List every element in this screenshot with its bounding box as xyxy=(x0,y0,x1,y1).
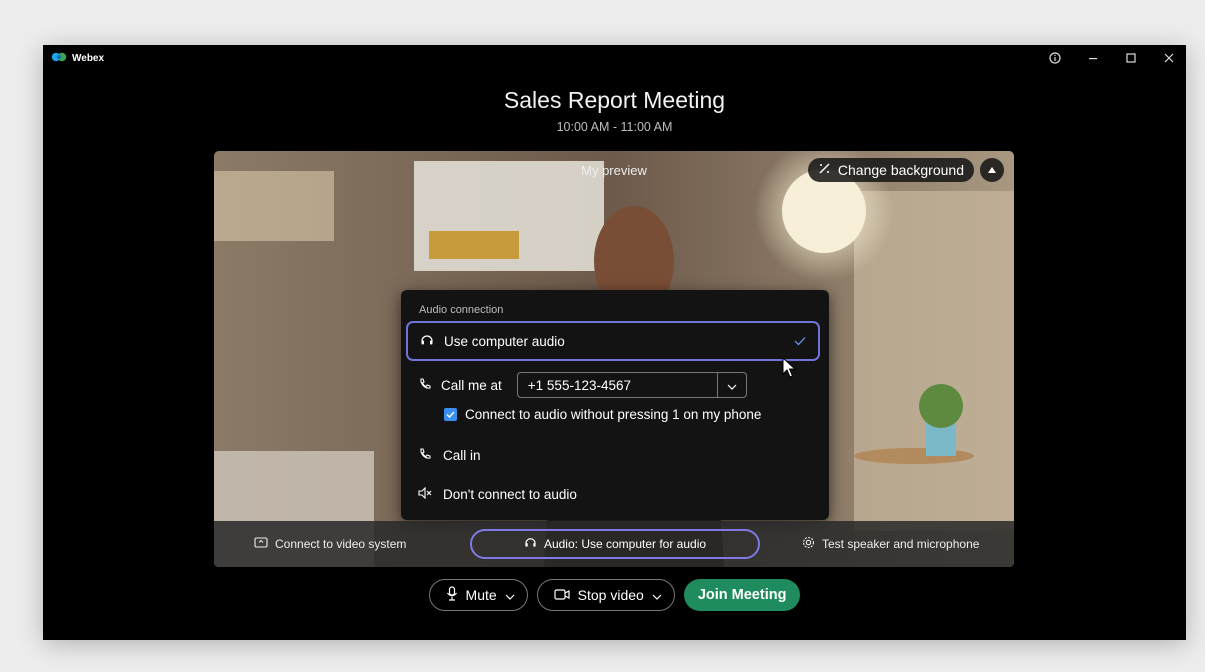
close-icon[interactable] xyxy=(1160,49,1178,67)
phone-dropdown-button[interactable] xyxy=(716,373,746,397)
panel-title: Audio connection xyxy=(419,304,504,316)
title-bar: Webex xyxy=(43,45,1186,73)
test-speaker-label: Test speaker and microphone xyxy=(822,537,980,551)
app-name: Webex xyxy=(72,53,105,64)
maximize-icon[interactable] xyxy=(1122,49,1140,67)
audio-status-label: Audio: Use computer for audio xyxy=(543,537,707,551)
mouse-cursor-icon xyxy=(782,356,798,384)
video-camera-icon xyxy=(554,587,570,603)
headset-icon xyxy=(524,536,537,552)
gear-icon xyxy=(802,536,815,552)
stop-video-button[interactable]: Stop video xyxy=(536,579,675,611)
mute-button[interactable]: Mute xyxy=(428,579,528,611)
phone-call-in-icon xyxy=(418,447,432,464)
join-meeting-button[interactable]: Join Meeting xyxy=(683,579,801,611)
no-press-1-checkbox-row[interactable]: Connect to audio without pressing 1 on m… xyxy=(444,407,761,422)
chevron-down-icon[interactable] xyxy=(652,587,662,603)
microphone-icon xyxy=(446,586,458,604)
speaker-off-icon xyxy=(418,486,432,502)
meeting-controls: Mute Stop video Join Meeting xyxy=(43,579,1186,619)
change-background-button[interactable]: Change background xyxy=(807,158,974,182)
checkmark-icon xyxy=(794,334,806,349)
headset-icon xyxy=(420,333,434,350)
webex-logo-icon xyxy=(51,52,67,65)
window-controls xyxy=(1046,49,1178,67)
video-system-icon xyxy=(254,537,268,551)
connect-video-system-label: Connect to video system xyxy=(275,537,407,551)
call-me-label: Call me at xyxy=(441,377,502,393)
caret-up-icon xyxy=(987,161,997,179)
meeting-title: Sales Report Meeting xyxy=(503,87,726,113)
call-in-label: Call in xyxy=(443,448,481,463)
audio-connection-panel: Audio connection Use computer audio Call… xyxy=(401,290,829,520)
webex-window: Webex Sales Report Meeting 10:00 AM - 11… xyxy=(43,45,1186,640)
checkbox-label: Connect to audio without pressing 1 on m… xyxy=(465,407,762,422)
audio-status-button[interactable]: Audio: Use computer for audio xyxy=(470,529,760,559)
dont-connect-label: Don't connect to audio xyxy=(443,487,577,502)
chevron-down-icon xyxy=(727,378,737,393)
dont-connect-option[interactable]: Don't connect to audio xyxy=(418,486,577,502)
magic-wand-icon xyxy=(818,162,831,178)
phone-number-value: +1 555-123-4567 xyxy=(527,377,631,393)
call-me-option[interactable]: Call me at +1 555-123-4567 xyxy=(418,372,747,398)
connect-video-system-button[interactable]: Connect to video system xyxy=(254,521,406,567)
mute-label: Mute xyxy=(465,587,497,603)
phone-number-field[interactable]: +1 555-123-4567 xyxy=(516,372,747,398)
meeting-time: 10:00 AM - 11:00 AM xyxy=(556,120,673,134)
preview-bottom-bar: Connect to video system Audio: Use compu… xyxy=(214,521,1014,567)
minimize-icon[interactable] xyxy=(1084,49,1102,67)
app-logo: Webex xyxy=(51,52,104,65)
background-options-button[interactable] xyxy=(980,158,1004,182)
chevron-down-icon[interactable] xyxy=(505,587,515,603)
no-press-1-checkbox[interactable] xyxy=(444,408,457,421)
stop-video-label: Stop video xyxy=(577,587,644,603)
use-computer-audio-option[interactable]: Use computer audio xyxy=(406,321,820,361)
info-icon[interactable] xyxy=(1046,49,1064,67)
video-preview: My preview Change background Audio conne… xyxy=(214,151,1014,567)
change-background-label: Change background xyxy=(837,162,964,178)
test-speaker-button[interactable]: Test speaker and microphone xyxy=(802,521,979,567)
join-meeting-label: Join Meeting xyxy=(697,587,787,603)
phone-callback-icon xyxy=(418,377,432,394)
use-computer-audio-label: Use computer audio xyxy=(444,333,565,349)
call-in-option[interactable]: Call in xyxy=(418,447,481,464)
